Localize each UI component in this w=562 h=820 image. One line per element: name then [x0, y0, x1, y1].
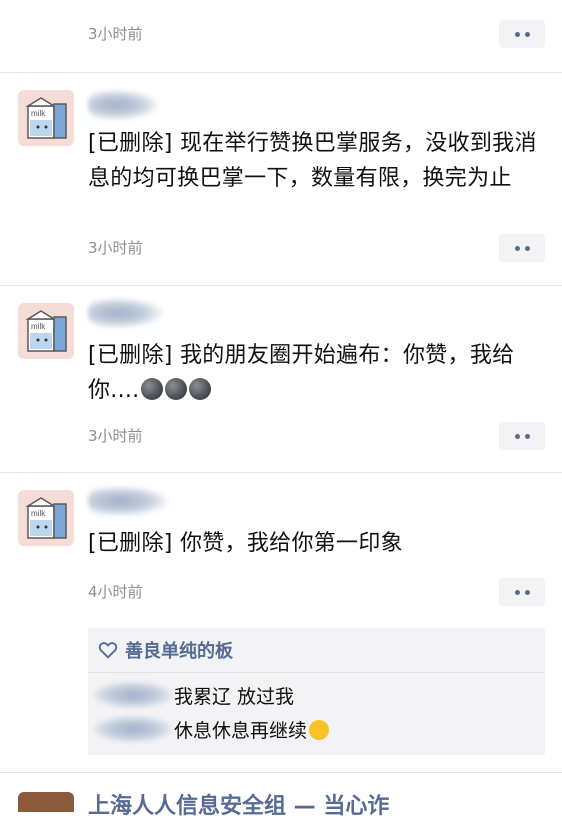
more-actions-button[interactable]: [499, 234, 545, 262]
more-actions-button[interactable]: [499, 422, 545, 450]
dot-icon: [524, 433, 530, 439]
post-time: 3小时前: [88, 239, 143, 257]
heart-outline-icon: [98, 642, 118, 659]
username-blurred[interactable]: [88, 90, 158, 120]
post-time: 4小时前: [88, 583, 143, 601]
more-actions-button[interactable]: [499, 578, 545, 606]
post-text-block: [已删除] 我的朋友圈开始遍布：你赞，我给你....: [88, 338, 548, 408]
post-text: [已删除] 现在举行赞换巴掌服务，没收到我消息的均可换巴掌一下，数量有限，换完为…: [88, 131, 537, 191]
commenter-name-blurred[interactable]: [94, 716, 172, 742]
dot-icon: [514, 433, 520, 439]
dot-icon: [514, 245, 520, 251]
svg-text:milk: milk: [31, 322, 46, 331]
new-moon-face-emoji: [165, 378, 188, 400]
liker-name[interactable]: 善良单纯的板: [125, 637, 233, 663]
dot-icon: [524, 589, 530, 595]
svg-text:milk: milk: [31, 509, 46, 518]
username-blurred[interactable]: [88, 486, 168, 516]
comment-text-block: 休息休息再继续: [174, 716, 330, 743]
milk-carton-icon: milk: [25, 97, 67, 139]
dot-icon: [514, 31, 520, 37]
comment-text: 休息休息再继续: [174, 720, 308, 742]
avatar[interactable]: milk: [18, 90, 74, 146]
comment-item[interactable]: 休息休息再继续: [88, 714, 545, 746]
avatar[interactable]: milk: [18, 303, 74, 359]
commenter-name-blurred[interactable]: [94, 682, 172, 708]
post-time: 3小时前: [88, 427, 143, 445]
comment-text: 我累辽 放过我: [174, 686, 295, 708]
avatar[interactable]: [18, 792, 74, 812]
dot-icon: [524, 245, 530, 251]
milk-carton-icon: milk: [25, 310, 67, 352]
svg-text:milk: milk: [31, 109, 46, 118]
next-post-username[interactable]: 上海人人信息安全组 — 当心诈: [88, 788, 389, 820]
new-moon-face-emoji: [141, 378, 164, 400]
avatar[interactable]: milk: [18, 490, 74, 546]
divider: [0, 472, 562, 473]
post-text: [已删除] 你赞，我给你第一印象: [88, 531, 403, 556]
more-actions-button[interactable]: [499, 20, 545, 48]
dot-icon: [524, 31, 530, 37]
post-time: 3小时前: [88, 25, 143, 43]
milk-carton-icon: milk: [25, 497, 67, 539]
dot-icon: [514, 589, 520, 595]
divider: [0, 285, 562, 286]
likes-comments-box: 善良单纯的板 我累辽 放过我 休息休息再继续: [88, 628, 545, 755]
comment-item[interactable]: 我累辽 放过我: [88, 680, 545, 712]
divider: [0, 772, 562, 773]
likes-row: 善良单纯的板: [88, 628, 545, 673]
divider: [0, 72, 562, 73]
username-blurred[interactable]: [88, 298, 163, 328]
upside-down-face-emoji: [309, 720, 330, 740]
new-moon-face-emoji: [189, 378, 212, 400]
